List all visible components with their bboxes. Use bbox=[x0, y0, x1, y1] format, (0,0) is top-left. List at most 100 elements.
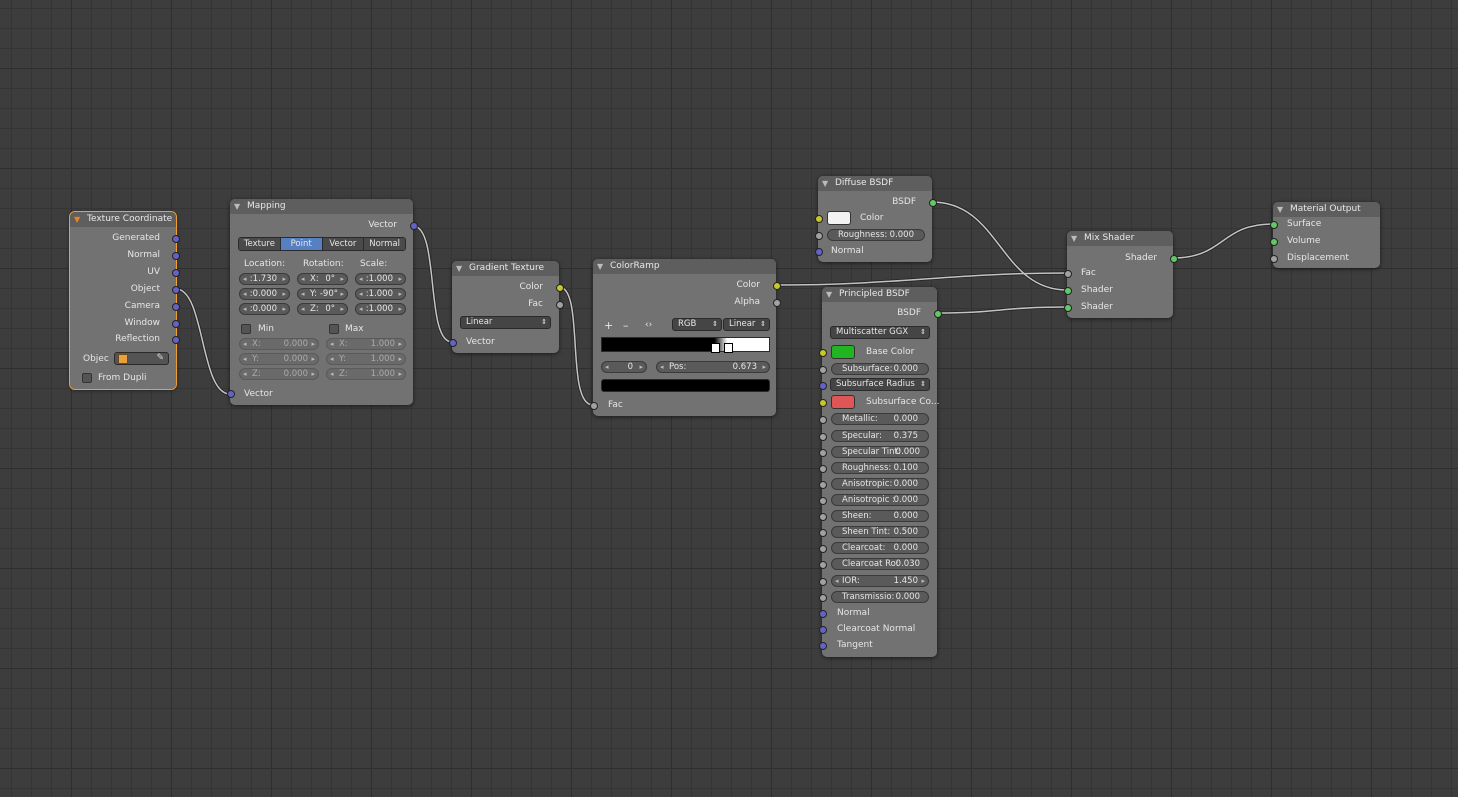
roughness-field[interactable]: Roughness: 0.100 bbox=[831, 462, 929, 474]
sheen-tint-field[interactable]: Sheen Tint: 0.500 bbox=[831, 526, 929, 538]
node-header[interactable]: ▼ Principled BSDF bbox=[822, 287, 937, 302]
node-mix-shader[interactable]: ▼ Mix Shader Shader Fac Shader Shader bbox=[1064, 231, 1178, 318]
min-x-field[interactable]: ◂ X: 0.000 ▸ bbox=[239, 338, 319, 350]
socket-color-out[interactable] bbox=[556, 284, 564, 292]
stop-color-swatch[interactable] bbox=[601, 379, 770, 392]
collapse-triangle-icon[interactable]: ▼ bbox=[456, 264, 462, 273]
socket-anisotropic-in[interactable] bbox=[819, 481, 827, 489]
socket-camera[interactable] bbox=[172, 303, 180, 311]
socket-base-color-in[interactable] bbox=[819, 349, 827, 357]
socket-normal-in[interactable] bbox=[815, 248, 823, 256]
socket-normal-in[interactable] bbox=[819, 610, 827, 618]
subsurface-color-swatch[interactable] bbox=[831, 395, 855, 409]
collapse-triangle-icon[interactable]: ▼ bbox=[826, 290, 832, 299]
node-header[interactable]: ▼ ColorRamp bbox=[593, 259, 776, 274]
socket-bsdf-out[interactable] bbox=[934, 310, 942, 318]
node-diffuse-bsdf[interactable]: ▼ Diffuse BSDF BSDF Color Roughness: 0.00… bbox=[815, 176, 937, 262]
socket-uv[interactable] bbox=[172, 269, 180, 277]
socket-clearcoat-roughness-in[interactable] bbox=[819, 561, 827, 569]
clearcoat-field[interactable]: Clearcoat: 0.000 bbox=[831, 542, 929, 554]
socket-volume-in[interactable] bbox=[1270, 238, 1278, 246]
collapse-triangle-icon[interactable]: ▼ bbox=[822, 179, 828, 188]
tab-normal[interactable]: Normal bbox=[364, 238, 405, 250]
node-header[interactable]: ▼ Mix Shader bbox=[1067, 231, 1173, 246]
tab-point[interactable]: Point bbox=[280, 238, 323, 250]
node-material-output[interactable]: ▼ Material Output Surface Volume Displac… bbox=[1270, 202, 1380, 268]
socket-window[interactable] bbox=[172, 320, 180, 328]
max-x-field[interactable]: ◂ X: 1.000 ▸ bbox=[326, 338, 406, 350]
socket-ior-in[interactable] bbox=[819, 578, 827, 586]
socket-generated[interactable] bbox=[172, 235, 180, 243]
socket-metallic-in[interactable] bbox=[819, 416, 827, 424]
min-checkbox[interactable] bbox=[241, 324, 251, 334]
max-checkbox[interactable] bbox=[329, 324, 339, 334]
node-gradient-texture[interactable]: ▼ Gradient Texture Color Fac Linear ⇕ Vec… bbox=[449, 261, 564, 353]
socket-specular-in[interactable] bbox=[819, 433, 827, 441]
object-picker-field[interactable]: ✎ bbox=[114, 352, 169, 365]
stop-marker-icon[interactable] bbox=[711, 343, 720, 353]
collapse-triangle-icon[interactable]: ▼ bbox=[234, 202, 240, 211]
specular-field[interactable]: Specular: 0.375 bbox=[831, 430, 929, 442]
eyedropper-icon[interactable]: ✎ bbox=[156, 353, 164, 363]
socket-vector-in[interactable] bbox=[449, 339, 457, 347]
collapse-triangle-icon[interactable]: ▼ bbox=[1071, 234, 1077, 243]
socket-shader1-in[interactable] bbox=[1064, 287, 1072, 295]
socket-fac-in[interactable] bbox=[1064, 270, 1072, 278]
socket-subsurface-in[interactable] bbox=[819, 366, 827, 374]
diffuse-color-swatch[interactable] bbox=[827, 211, 851, 225]
stop-marker-icon[interactable] bbox=[724, 343, 733, 353]
stop-position-field[interactable]: ◂ Pos: 0.673 ▸ bbox=[656, 361, 770, 373]
socket-subsurface-radius-in[interactable] bbox=[819, 382, 827, 390]
add-stop-button[interactable]: + bbox=[604, 319, 613, 332]
specular-tint-field[interactable]: Specular Tint: 0.000 bbox=[831, 446, 929, 458]
socket-bsdf-out[interactable] bbox=[929, 199, 937, 207]
location-y-field[interactable]: ◂:0.000 ▸ bbox=[239, 288, 290, 300]
node-header[interactable]: ▼ Diffuse BSDF bbox=[818, 176, 932, 191]
from-dupli-checkbox[interactable] bbox=[82, 373, 92, 383]
interpolation-dropdown[interactable]: Linear ⇕ bbox=[723, 318, 770, 331]
rotation-x-field[interactable]: ◂ X: 0° ▸ bbox=[297, 273, 348, 285]
node-mapping[interactable]: ▼ Mapping Vector Texture Point Vector No… bbox=[227, 199, 418, 405]
distribution-dropdown[interactable]: Multiscatter GGX ⇕ bbox=[830, 326, 930, 339]
socket-anisotropic-rotation-in[interactable] bbox=[819, 497, 827, 505]
scale-y-field[interactable]: ◂:1.000 ▸ bbox=[355, 288, 406, 300]
socket-clearcoat-in[interactable] bbox=[819, 545, 827, 553]
remove-stop-button[interactable]: – bbox=[623, 319, 629, 332]
anisotropic-field[interactable]: Anisotropic: 0.000 bbox=[831, 478, 929, 490]
socket-vector-out[interactable] bbox=[410, 222, 418, 230]
socket-shader-out[interactable] bbox=[1170, 255, 1178, 263]
socket-fac-out[interactable] bbox=[556, 301, 564, 309]
gradient-ramp-bar[interactable] bbox=[601, 337, 770, 353]
socket-reflection[interactable] bbox=[172, 336, 180, 344]
active-stop-index-field[interactable]: ◂ 0 ▸ bbox=[601, 361, 647, 373]
socket-fac-in[interactable] bbox=[590, 402, 598, 410]
sheen-field[interactable]: Sheen: 0.000 bbox=[831, 510, 929, 522]
collapse-triangle-icon[interactable]: ▼ bbox=[1277, 205, 1283, 214]
min-y-field[interactable]: ◂ Y: 0.000 ▸ bbox=[239, 353, 319, 365]
socket-color-out[interactable] bbox=[773, 282, 781, 290]
metallic-field[interactable]: Metallic: 0.000 bbox=[831, 413, 929, 425]
socket-sheen-tint-in[interactable] bbox=[819, 529, 827, 537]
scale-x-field[interactable]: ◂:1.000 ▸ bbox=[355, 273, 406, 285]
socket-alpha-out[interactable] bbox=[773, 299, 781, 307]
gradient-type-dropdown[interactable]: Linear ⇕ bbox=[460, 316, 551, 329]
base-color-swatch[interactable] bbox=[831, 345, 855, 359]
node-texture-coordinate[interactable]: ▼ Texture Coordinate Generated Normal UV… bbox=[69, 211, 180, 390]
socket-shader2-in[interactable] bbox=[1064, 304, 1072, 312]
node-header[interactable]: ▼ Material Output bbox=[1273, 202, 1380, 217]
socket-tangent-in[interactable] bbox=[819, 642, 827, 650]
min-z-field[interactable]: ◂ Z: 0.000 ▸ bbox=[239, 368, 319, 380]
socket-clearcoat-normal-in[interactable] bbox=[819, 626, 827, 634]
socket-vector-in[interactable] bbox=[227, 390, 235, 398]
subsurface-field[interactable]: Subsurface: 0.000 bbox=[831, 363, 929, 375]
socket-color-in[interactable] bbox=[815, 215, 823, 223]
roughness-field[interactable]: Roughness: 0.000 bbox=[827, 229, 925, 241]
color-mode-dropdown[interactable]: RGB ⇕ bbox=[672, 318, 722, 331]
socket-roughness-in[interactable] bbox=[819, 465, 827, 473]
ior-field[interactable]: ◂ IOR: 1.450 ▸ bbox=[831, 575, 929, 587]
max-z-field[interactable]: ◂ Z: 1.000 ▸ bbox=[326, 368, 406, 380]
socket-subsurface-color-in[interactable] bbox=[819, 399, 827, 407]
socket-sheen-in[interactable] bbox=[819, 513, 827, 521]
socket-surface-in[interactable] bbox=[1270, 221, 1278, 229]
socket-roughness-in[interactable] bbox=[815, 232, 823, 240]
